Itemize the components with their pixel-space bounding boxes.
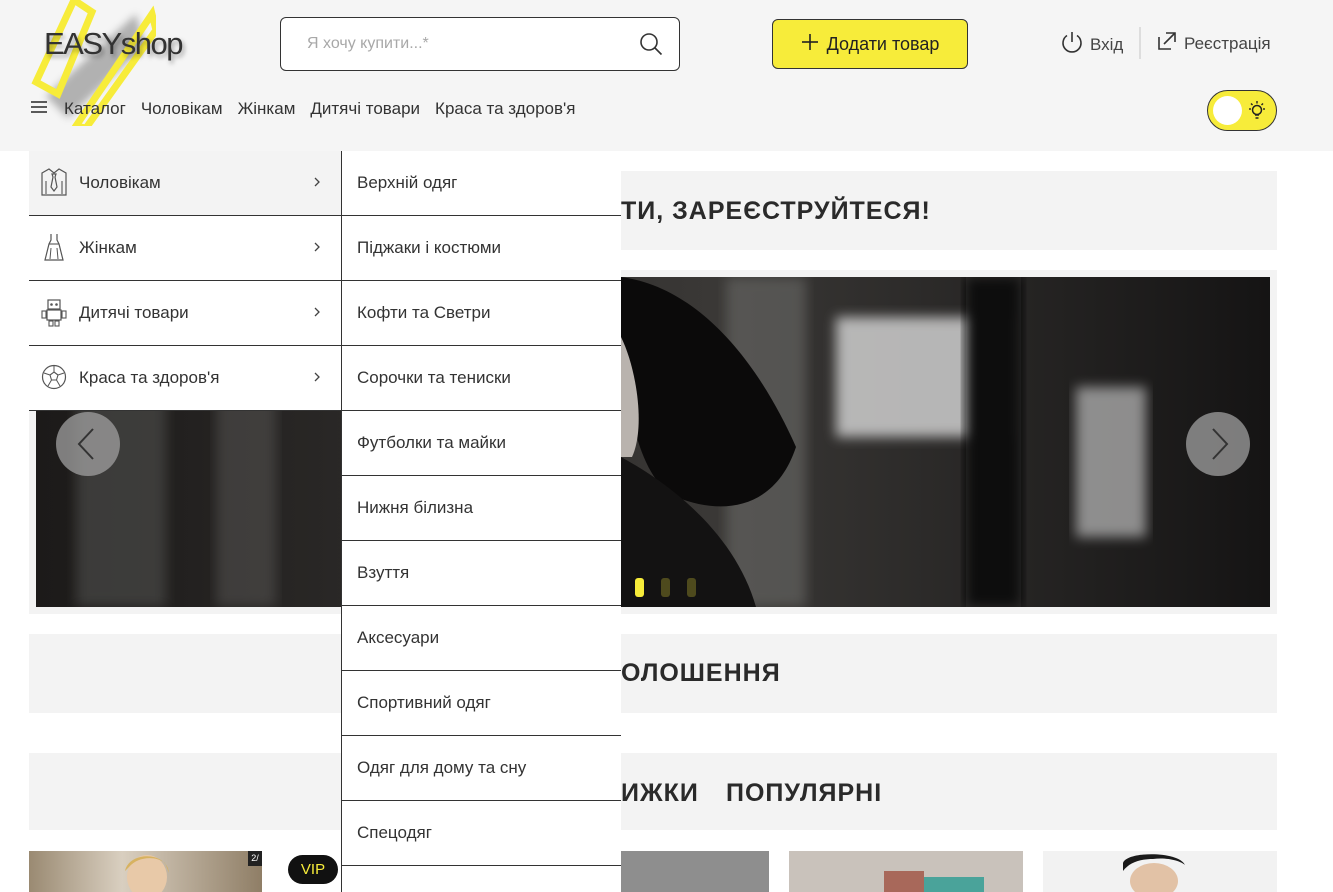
subcategory-item[interactable]: Нижня білизна [342, 476, 621, 541]
nav-catalog[interactable]: Каталог [64, 99, 126, 119]
product-photo [884, 871, 984, 892]
slider-next-button[interactable] [1186, 412, 1250, 476]
dress-icon [40, 232, 68, 267]
shirt-tie-icon [40, 167, 68, 202]
chevron-left-icon [77, 428, 94, 460]
chevron-right-icon [313, 173, 321, 193]
product-card[interactable] [1043, 851, 1277, 892]
slider-dot[interactable] [635, 578, 644, 597]
subcategory-item[interactable]: Аксесуари [342, 606, 621, 671]
register-link[interactable]: Реєстрація [1156, 30, 1271, 57]
login-link[interactable]: Вхід [1060, 30, 1123, 59]
header-divider [1139, 27, 1141, 59]
main-nav: Каталог Чоловікам Жінкам Дитячі товари К… [30, 99, 591, 119]
subcategory-item[interactable]: Сорочки та тениски [342, 346, 621, 411]
image-counter-badge: 2/ [248, 851, 262, 866]
hamburger-menu-icon[interactable] [30, 99, 48, 119]
add-product-label: Додати товар [826, 33, 940, 54]
search-input[interactable] [307, 33, 627, 55]
category-label: Краса та здоров'я [79, 368, 220, 387]
subcategory-item[interactable]: Верхній одяг [342, 151, 621, 216]
add-product-button[interactable]: Додати товар [772, 19, 968, 69]
vip-badge: VIP [288, 855, 338, 884]
subcategory-item[interactable]: Взуття [342, 541, 621, 606]
category-label: Жінкам [79, 238, 137, 257]
catalog-categories: Чоловікам Жінкам Дитячі товари Краса та … [29, 151, 341, 411]
nav-item-men[interactable]: Чоловікам [141, 99, 223, 119]
product-card[interactable] [29, 851, 262, 892]
chevron-right-icon [313, 303, 321, 323]
product-photo [1123, 854, 1185, 892]
chevron-right-icon [313, 238, 321, 258]
site-header: EASYshop Додати товар Вхід Реєстрація Ка… [0, 0, 1333, 151]
register-banner-text: ТИ, ЗАРЕЄСТРУЙТЕСЯ! [621, 197, 931, 225]
chevron-right-icon [1212, 428, 1229, 460]
power-icon [1060, 30, 1084, 59]
slider-prev-button[interactable] [56, 412, 120, 476]
category-item-beauty[interactable]: Краса та здоров'я [29, 346, 341, 411]
subcategory-item[interactable]: Одяг для дому та сну [342, 736, 621, 801]
chevron-right-icon [313, 368, 321, 388]
lightbulb-icon [1247, 100, 1267, 127]
nav-item-women[interactable]: Жінкам [238, 99, 296, 119]
slider-dot[interactable] [687, 578, 696, 597]
search-box [280, 17, 680, 71]
site-logo[interactable]: EASYshop [44, 26, 184, 62]
product-card[interactable] [621, 851, 769, 892]
theme-toggle[interactable] [1207, 90, 1277, 131]
login-label: Вхід [1090, 34, 1124, 54]
plus-icon [801, 33, 819, 56]
subcategory-item[interactable]: Спортивний одяг [342, 671, 621, 736]
register-arrow-icon [1156, 30, 1178, 57]
category-item-women[interactable]: Жінкам [29, 216, 341, 281]
logo-shop: shop [120, 26, 184, 61]
tab-books[interactable]: ИЖКИ [621, 779, 699, 808]
subcategory-item[interactable]: Кофти та Светри [342, 281, 621, 346]
announcements-banner-text: ОЛОШЕННЯ [621, 659, 781, 687]
subcategory-item[interactable]: Спецодяг [342, 801, 621, 866]
product-card[interactable] [789, 851, 1023, 892]
soccer-ball-icon [40, 362, 68, 397]
catalog-subcategories: Верхній одяг Піджаки і костюми Кофти та … [341, 151, 621, 892]
product-photo [125, 855, 169, 892]
toggle-knob [1213, 96, 1242, 125]
category-item-men[interactable]: Чоловікам [29, 151, 341, 216]
category-label: Чоловікам [79, 173, 161, 192]
robot-toy-icon [40, 297, 68, 332]
register-label: Реєстрація [1184, 33, 1271, 53]
logo-easy: EASY [44, 26, 122, 61]
category-item-kids[interactable]: Дитячі товари [29, 281, 341, 346]
search-icon[interactable] [639, 32, 663, 61]
subcategory-item[interactable]: Футболки та майки [342, 411, 621, 476]
nav-item-beauty[interactable]: Краса та здоров'я [435, 99, 575, 119]
category-label: Дитячі товари [79, 303, 189, 322]
tab-popular[interactable]: ПОПУЛЯРНІ [726, 779, 882, 808]
subcategory-item[interactable]: Піджаки і костюми [342, 216, 621, 281]
nav-item-kids[interactable]: Дитячі товари [310, 99, 420, 119]
slider-dot[interactable] [661, 578, 670, 597]
